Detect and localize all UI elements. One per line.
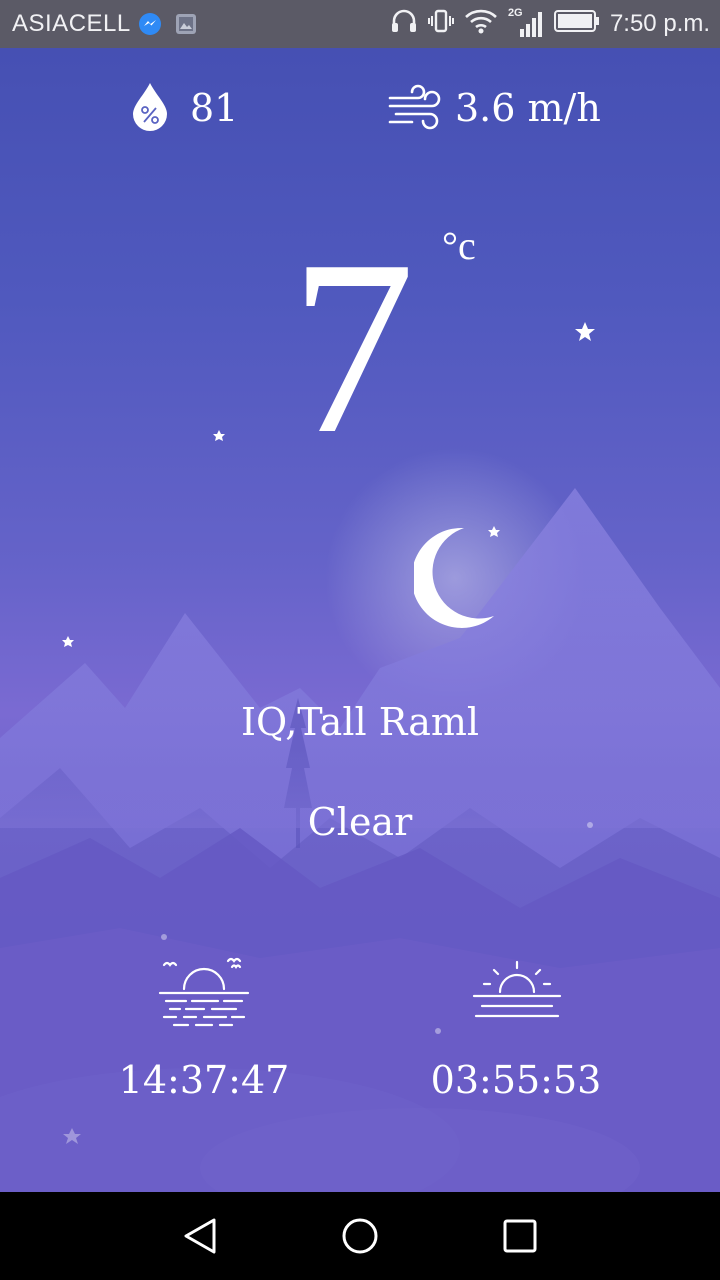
temperature-value: 7: [290, 209, 415, 486]
sunrise-time: 03:55:53: [430, 1058, 602, 1102]
carrier-name: ASIACELL: [12, 10, 131, 37]
battery-icon: [553, 9, 600, 40]
status-bar: ASIACELL 2G 7:50 p.m.: [0, 0, 720, 48]
status-time: 7:50 p.m.: [609, 10, 710, 37]
temperature-unit: °c: [442, 223, 476, 268]
navigation-bar: [0, 1192, 720, 1280]
messenger-notification-icon: [138, 12, 162, 36]
weather-panel: 81 3.6 m/h 7 °c IQ,Tall Raml Clear 14:37…: [0, 48, 720, 1192]
wifi-icon: [464, 8, 498, 41]
sunset-time: 14:37:47: [118, 1058, 290, 1102]
recent-apps-button[interactable]: [492, 1210, 548, 1262]
sunset-icon: [156, 953, 252, 1035]
humidity-value: 81: [190, 86, 239, 130]
vibrate-icon: [427, 8, 454, 41]
weather-condition: Clear: [307, 800, 413, 844]
location-label: IQ,Tall Raml: [240, 700, 480, 744]
status-icons: 2G 7:50 p.m.: [390, 0, 710, 48]
home-button[interactable]: [332, 1210, 388, 1262]
home-icon: [342, 1218, 378, 1254]
back-button[interactable]: [172, 1210, 228, 1262]
humidity-drop-icon: [130, 81, 170, 131]
moon-icon: [411, 526, 504, 630]
sunrise-icon: [470, 956, 564, 1032]
gallery-notification-icon: [174, 12, 198, 36]
phone-screen: ASIACELL 2G 7:50 p.m. 81 3.6 m/h 7 °c IQ…: [0, 0, 720, 1280]
recent-apps-icon: [503, 1219, 537, 1253]
wind-speed-value: 3.6 m/h: [455, 86, 601, 130]
wind-icon: [388, 84, 442, 130]
signal-icon: 2G: [508, 7, 544, 39]
back-icon: [184, 1218, 216, 1254]
headphones-icon: [390, 8, 418, 41]
